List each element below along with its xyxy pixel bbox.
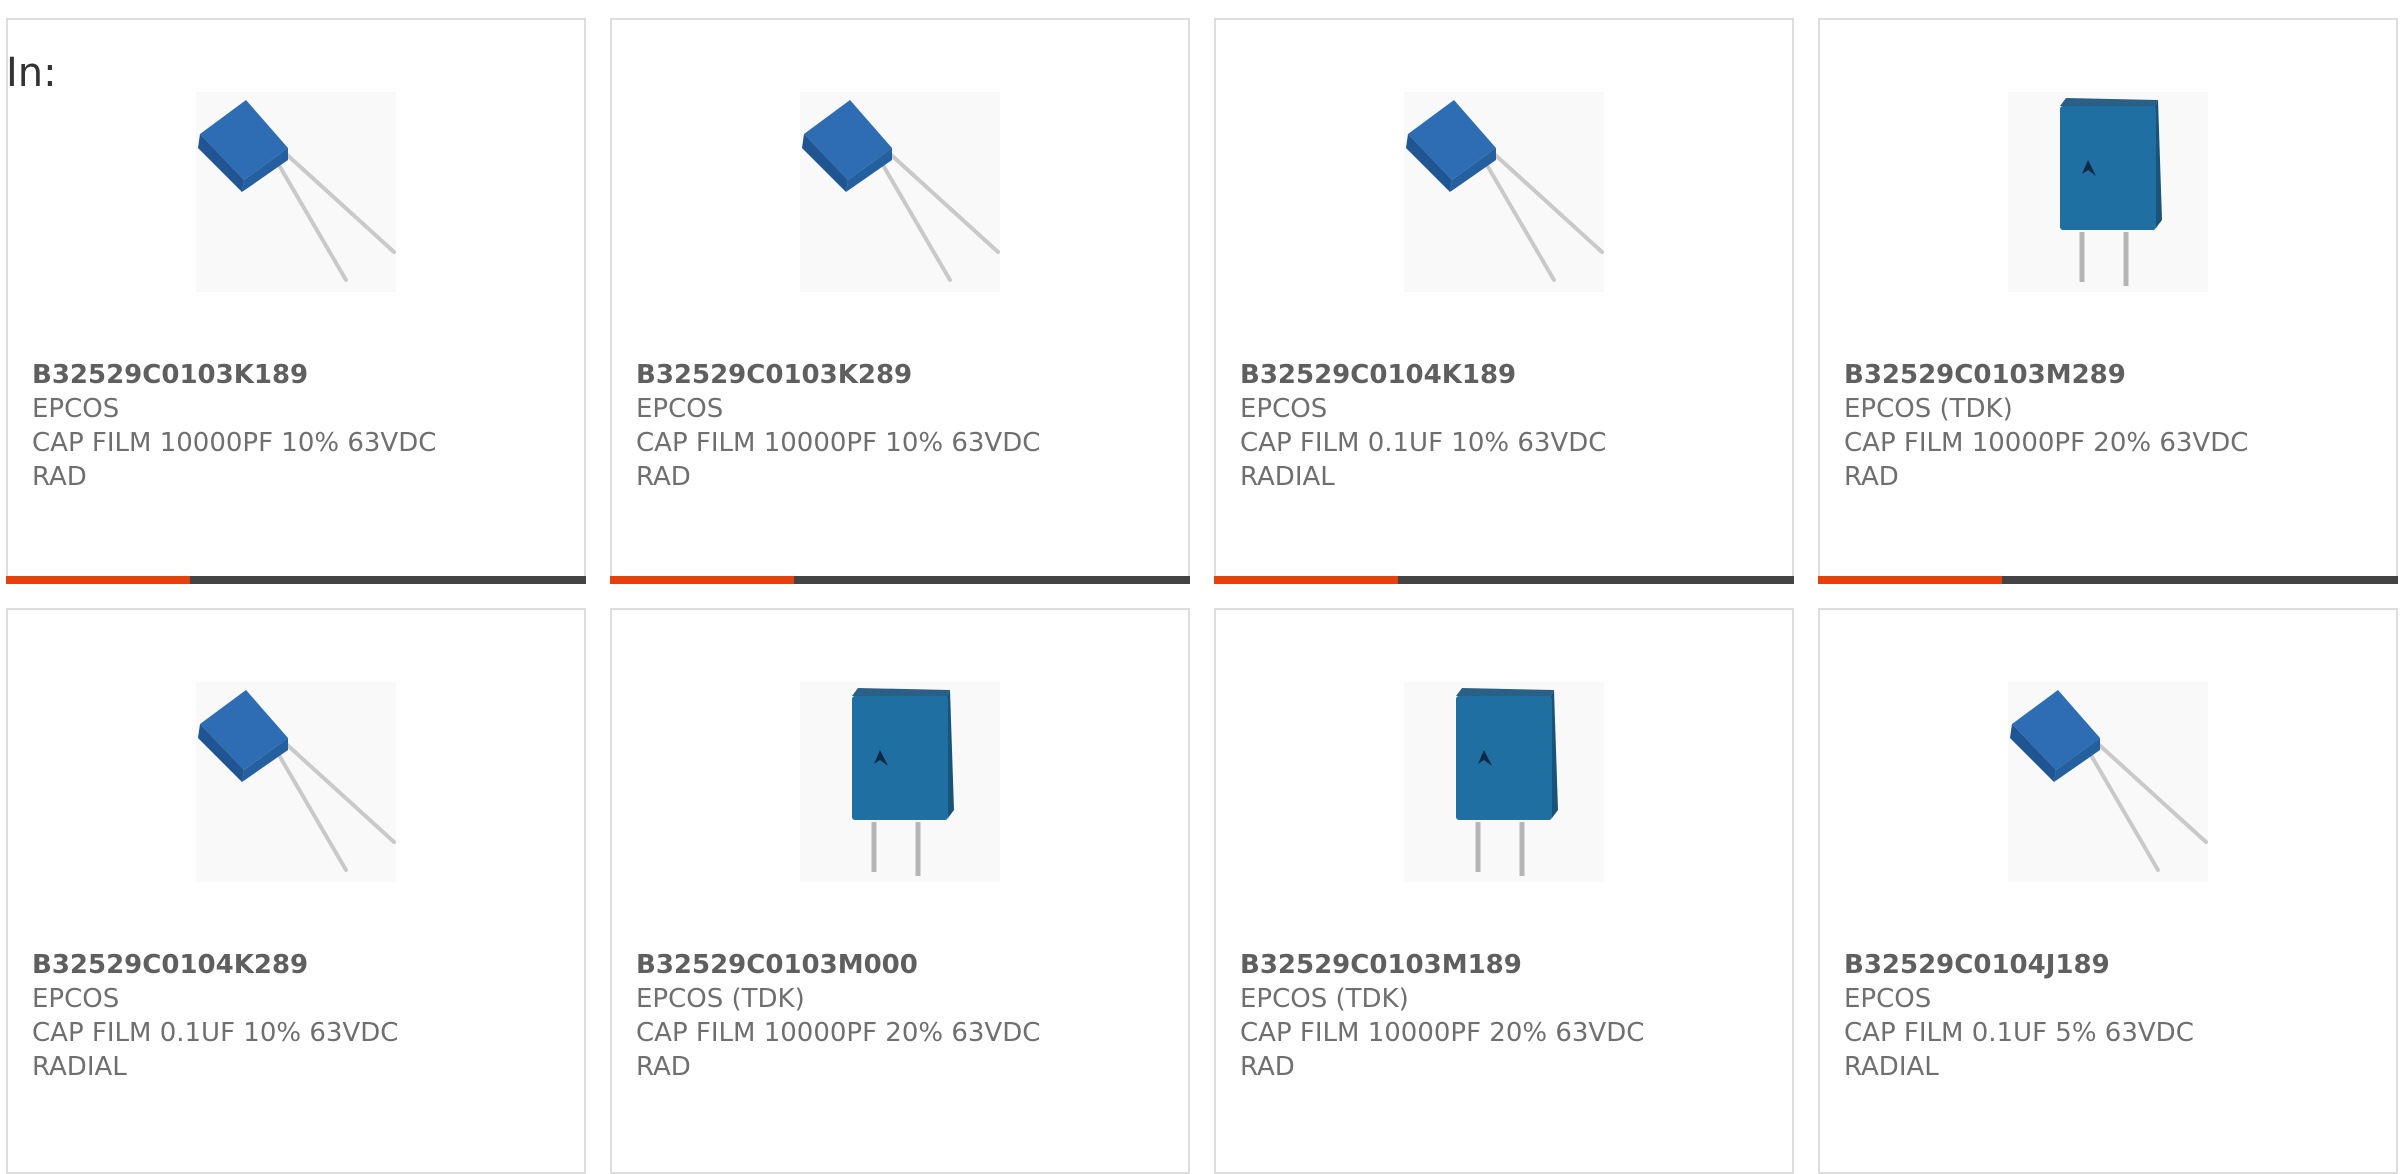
part-number[interactable]: B32529C0104K189	[1240, 358, 1768, 392]
product-card[interactable]: B32529C0103K189 EPCOS CAP FILM 10000PF 1…	[6, 18, 586, 584]
product-info: B32529C0103K189 EPCOS CAP FILM 10000PF 1…	[32, 358, 560, 494]
manufacturer: EPCOS (TDK)	[1240, 984, 1409, 1014]
product-card[interactable]: B32529C0103K289 EPCOS CAP FILM 10000PF 1…	[610, 18, 1190, 584]
product-card[interactable]: B32529C0104K289 EPCOS CAP FILM 0.1UF 10%…	[6, 608, 586, 1174]
package: RADIAL	[32, 1052, 127, 1082]
card-accent-bar	[1818, 576, 2002, 584]
capacitor-radial-angled-icon	[1406, 100, 1604, 282]
product-image[interactable]	[1404, 682, 1604, 882]
part-number[interactable]: B32529C0103K189	[32, 358, 560, 392]
package: RAD	[1240, 1052, 1295, 1082]
in-label: In:	[6, 50, 57, 96]
capacitor-radial-angled-icon	[2010, 690, 2208, 872]
package: RADIAL	[1240, 462, 1335, 492]
product-card[interactable]: B32529C0103M189 EPCOS (TDK) CAP FILM 100…	[1214, 608, 1794, 1174]
package: RAD	[636, 1052, 691, 1082]
manufacturer: EPCOS	[1240, 394, 1328, 424]
product-image[interactable]	[2008, 92, 2208, 292]
card-accent-bar	[1214, 576, 1398, 584]
product-card[interactable]: B32529C0103M000 EPCOS (TDK) CAP FILM 100…	[610, 608, 1190, 1174]
product-image[interactable]	[800, 92, 1000, 292]
product-image[interactable]	[2008, 682, 2208, 882]
manufacturer: EPCOS	[1844, 984, 1932, 1014]
card-bottom-bar	[1214, 576, 1794, 584]
description: CAP FILM 0.1UF 10% 63VDC	[1240, 428, 1607, 458]
product-info: B32529C0103M189 EPCOS (TDK) CAP FILM 100…	[1240, 948, 1768, 1084]
card-bottom-bar	[610, 576, 1190, 584]
card-accent-bar	[6, 576, 190, 584]
manufacturer: EPCOS	[636, 394, 724, 424]
capacitor-radial-angled-icon	[198, 100, 396, 282]
description: CAP FILM 10000PF 20% 63VDC	[1240, 1018, 1645, 1048]
capacitor-box-upright-icon	[852, 688, 954, 876]
part-number[interactable]: B32529C0103M000	[636, 948, 1164, 982]
product-info: B32529C0104K289 EPCOS CAP FILM 0.1UF 10%…	[32, 948, 560, 1084]
description: CAP FILM 10000PF 20% 63VDC	[636, 1018, 1041, 1048]
description: CAP FILM 10000PF 20% 63VDC	[1844, 428, 2249, 458]
product-info: B32529C0104J189 EPCOS CAP FILM 0.1UF 5% …	[1844, 948, 2372, 1084]
card-bottom-bar	[6, 576, 586, 584]
manufacturer: EPCOS	[32, 984, 120, 1014]
manufacturer: EPCOS (TDK)	[636, 984, 805, 1014]
product-card[interactable]: B32529C0103M289 EPCOS (TDK) CAP FILM 100…	[1818, 18, 2398, 584]
product-info: B32529C0104K189 EPCOS CAP FILM 0.1UF 10%…	[1240, 358, 1768, 494]
product-grid: B32529C0103K189 EPCOS CAP FILM 10000PF 1…	[6, 18, 2400, 1174]
product-card[interactable]: B32529C0104J189 EPCOS CAP FILM 0.1UF 5% …	[1818, 608, 2398, 1174]
description: CAP FILM 0.1UF 10% 63VDC	[32, 1018, 399, 1048]
manufacturer: EPCOS	[32, 394, 120, 424]
manufacturer: EPCOS (TDK)	[1844, 394, 2013, 424]
product-image[interactable]	[196, 682, 396, 882]
part-number[interactable]: B32529C0103M189	[1240, 948, 1768, 982]
product-info: B32529C0103M289 EPCOS (TDK) CAP FILM 100…	[1844, 358, 2372, 494]
description: CAP FILM 10000PF 10% 63VDC	[32, 428, 437, 458]
description: CAP FILM 10000PF 10% 63VDC	[636, 428, 1041, 458]
package: RAD	[1844, 462, 1899, 492]
part-number[interactable]: B32529C0104K289	[32, 948, 560, 982]
product-image[interactable]	[1404, 92, 1604, 292]
product-image[interactable]	[800, 682, 1000, 882]
product-card[interactable]: B32529C0104K189 EPCOS CAP FILM 0.1UF 10%…	[1214, 18, 1794, 584]
package: RADIAL	[1844, 1052, 1939, 1082]
part-number[interactable]: B32529C0103K289	[636, 358, 1164, 392]
capacitor-box-upright-icon	[2060, 98, 2162, 286]
description: CAP FILM 0.1UF 5% 63VDC	[1844, 1018, 2194, 1048]
package: RAD	[636, 462, 691, 492]
capacitor-radial-angled-icon	[802, 100, 1000, 282]
part-number[interactable]: B32529C0104J189	[1844, 948, 2372, 982]
capacitor-radial-angled-icon	[198, 690, 396, 872]
card-accent-bar	[610, 576, 794, 584]
capacitor-box-upright-icon	[1456, 688, 1558, 876]
card-bottom-bar	[1818, 576, 2398, 584]
part-number[interactable]: B32529C0103M289	[1844, 358, 2372, 392]
product-info: B32529C0103M000 EPCOS (TDK) CAP FILM 100…	[636, 948, 1164, 1084]
product-info: B32529C0103K289 EPCOS CAP FILM 10000PF 1…	[636, 358, 1164, 494]
package: RAD	[32, 462, 87, 492]
product-image[interactable]	[196, 92, 396, 292]
